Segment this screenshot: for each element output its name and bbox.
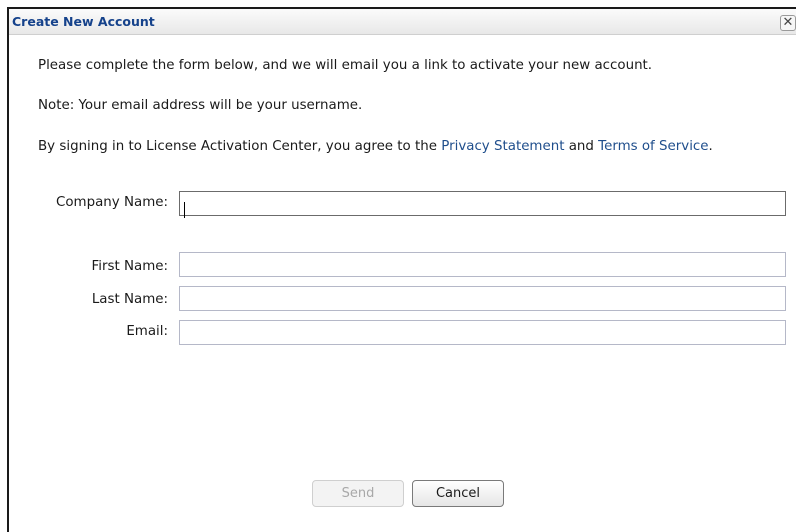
email-label: Email: xyxy=(126,324,168,339)
email-input[interactable] xyxy=(179,320,786,345)
dialog-title: Create New Account xyxy=(12,14,155,29)
agreement-suffix: . xyxy=(708,139,713,154)
company-name-input[interactable] xyxy=(179,191,786,216)
agreement-prefix: By signing in to License Activation Cent… xyxy=(38,139,442,154)
create-account-dialog: Create New Account ✕ Please complete the… xyxy=(7,7,796,532)
last-name-label: Last Name: xyxy=(91,292,168,307)
dialog-titlebar: Create New Account ✕ xyxy=(9,9,796,35)
intro-text: Please complete the form below, and we w… xyxy=(38,58,653,73)
terms-of-service-link[interactable]: Terms of Service xyxy=(598,139,708,154)
last-name-input[interactable] xyxy=(179,286,786,311)
username-note: Note: Your email address will be your us… xyxy=(38,98,363,113)
agreement-text: By signing in to License Activation Cent… xyxy=(38,139,713,154)
company-name-label: Company Name: xyxy=(56,195,168,210)
send-button[interactable]: Send xyxy=(312,480,404,507)
first-name-label: First Name: xyxy=(91,259,168,274)
cancel-button[interactable]: Cancel xyxy=(412,480,504,507)
agreement-and: and xyxy=(564,139,599,154)
close-icon[interactable]: ✕ xyxy=(780,15,796,31)
privacy-statement-link[interactable]: Privacy Statement xyxy=(441,139,564,154)
text-caret xyxy=(184,202,185,218)
first-name-input[interactable] xyxy=(179,252,786,277)
